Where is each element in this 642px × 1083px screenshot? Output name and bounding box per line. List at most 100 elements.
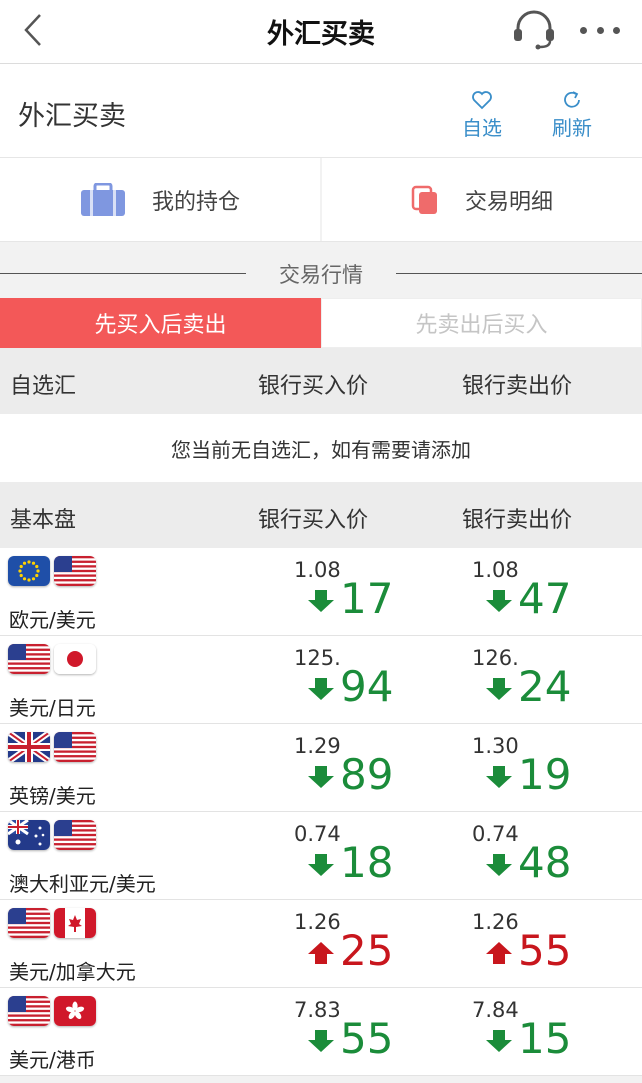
bid-price: 1.08 17 (294, 558, 414, 628)
bid-price-digits: 94 (340, 662, 394, 711)
currency-pair-label: 美元/港币 (9, 1048, 96, 1072)
arrow-down-icon (308, 678, 334, 700)
section-title: 外汇买卖 (18, 101, 126, 132)
ask-price-digits: 15 (518, 1014, 572, 1063)
ask-price-prefix: 1.30 (472, 734, 519, 758)
table-row[interactable]: 美元/加拿大元 1.26 25 1.26 55 (0, 900, 642, 988)
base-col-bid: 银行买入价 (258, 508, 369, 533)
arrow-down-icon (486, 854, 512, 876)
back-icon[interactable] (22, 10, 62, 50)
watchlist-col-ask: 银行卖出价 (462, 374, 573, 399)
watchlist-col-name: 自选汇 (10, 374, 77, 399)
function-tiles: 我的持仓 交易明细 (0, 158, 642, 242)
favorite-label: 自选 (462, 116, 502, 140)
transaction-details-button[interactable]: 交易明细 (322, 158, 642, 241)
watchlist-empty-message[interactable]: 您当前无自选汇，如有需要请添加 (0, 414, 642, 482)
bid-price: 0.74 18 (294, 822, 414, 892)
hk-flag-icon (54, 996, 96, 1026)
watchlist-col-bid: 银行买入价 (258, 374, 369, 399)
arrow-down-icon (308, 590, 334, 612)
table-row[interactable]: 美元/港币 7.83 55 7.84 15 (0, 988, 642, 1076)
refresh-label: 刷新 (552, 116, 592, 140)
ask-price: 1.26 55 (472, 910, 592, 980)
us-flag-icon (54, 556, 96, 586)
us-flag-icon (54, 732, 96, 762)
ask-price-prefix: 1.08 (472, 558, 519, 582)
ask-price-digits: 19 (518, 750, 572, 799)
customer-service-icon[interactable] (512, 10, 556, 50)
favorite-button[interactable]: 自选 (452, 90, 512, 141)
ask-price: 7.84 15 (472, 998, 592, 1068)
ask-price: 1.30 19 (472, 734, 592, 804)
ca-flag-icon (54, 908, 96, 938)
table-row[interactable]: 澳大利亚元/美元 0.74 18 0.74 48 (0, 812, 642, 900)
currency-pair-label: 澳大利亚元/美元 (9, 872, 156, 896)
bid-price-digits: 25 (340, 926, 394, 975)
base-market-header: 基本盘 银行买入价 银行卖出价 (0, 482, 642, 548)
bid-price-digits: 55 (340, 1014, 394, 1063)
more-icon[interactable] (580, 20, 620, 40)
bid-price-prefix: 1.08 (294, 558, 341, 582)
bid-price-digits: 17 (340, 574, 394, 623)
details-label: 交易明细 (464, 189, 553, 215)
ask-price: 0.74 48 (472, 822, 592, 892)
tab-sell-first[interactable]: 先卖出后买入 (321, 298, 642, 348)
holdings-label: 我的持仓 (151, 189, 240, 215)
currency-pair-label: 美元/日元 (9, 696, 96, 720)
arrow-down-icon (308, 854, 334, 876)
ask-price-digits: 55 (518, 926, 572, 975)
us-flag-icon (8, 644, 50, 674)
bid-price-digits: 89 (340, 750, 394, 799)
arrow-down-icon (308, 766, 334, 788)
ask-price-digits: 24 (518, 662, 572, 711)
market-section-title: 交易行情 (279, 263, 363, 287)
briefcase-icon (80, 182, 125, 216)
arrow-up-icon (308, 942, 334, 964)
arrow-up-icon (486, 942, 512, 964)
bid-price-prefix: 125. (294, 646, 341, 670)
currency-pair-label: 英镑/美元 (9, 784, 96, 808)
bid-price: 1.29 89 (294, 734, 414, 804)
refresh-icon (564, 91, 580, 108)
bid-price: 1.26 25 (294, 910, 414, 980)
rate-list: 欧元/美元 1.08 17 1.08 47 美元/日元 125. 94 126.… (0, 548, 642, 1076)
ask-price-prefix: 1.26 (472, 910, 519, 934)
ask-price-prefix: 126. (472, 646, 519, 670)
bid-price-prefix: 0.74 (294, 822, 341, 846)
documents-icon (411, 185, 437, 214)
sub-header: 外汇买卖 自选 刷新 (0, 64, 642, 158)
bid-price-digits: 18 (340, 838, 394, 887)
base-col-ask: 银行卖出价 (462, 508, 573, 533)
base-col-name: 基本盘 (10, 508, 77, 533)
table-row[interactable]: 英镑/美元 1.29 89 1.30 19 (0, 724, 642, 812)
ask-price-prefix: 7.84 (472, 998, 519, 1022)
currency-pair-label: 欧元/美元 (9, 608, 96, 632)
us-flag-icon (8, 908, 50, 938)
ask-price: 126. 24 (472, 646, 592, 716)
table-row[interactable]: 美元/日元 125. 94 126. 24 (0, 636, 642, 724)
arrow-down-icon (486, 678, 512, 700)
page-title: 外汇买卖 (267, 19, 375, 50)
bid-price-prefix: 7.83 (294, 998, 341, 1022)
arrow-down-icon (486, 766, 512, 788)
ask-price-prefix: 0.74 (472, 822, 519, 846)
currency-pair-label: 美元/加拿大元 (9, 960, 136, 984)
table-row[interactable]: 欧元/美元 1.08 17 1.08 47 (0, 548, 642, 636)
holdings-button[interactable]: 我的持仓 (0, 158, 320, 241)
bid-price-prefix: 1.26 (294, 910, 341, 934)
trade-mode-tabs: 先买入后卖出 先卖出后买入 (0, 298, 642, 348)
us-flag-icon (54, 820, 96, 850)
eu-flag-icon (8, 556, 50, 586)
watchlist-header: 自选汇 银行买入价 银行卖出价 (0, 348, 642, 414)
refresh-button[interactable]: 刷新 (542, 90, 602, 141)
market-section-divider: 交易行情 (0, 242, 642, 298)
jp-flag-icon (54, 644, 96, 674)
bid-price-prefix: 1.29 (294, 734, 341, 758)
arrow-down-icon (486, 590, 512, 612)
arrow-down-icon (486, 1030, 512, 1052)
ask-price-digits: 48 (518, 838, 572, 887)
bid-price: 7.83 55 (294, 998, 414, 1068)
au-flag-icon (8, 820, 50, 850)
us-flag-icon (8, 996, 50, 1026)
tab-buy-first[interactable]: 先买入后卖出 (0, 298, 321, 348)
